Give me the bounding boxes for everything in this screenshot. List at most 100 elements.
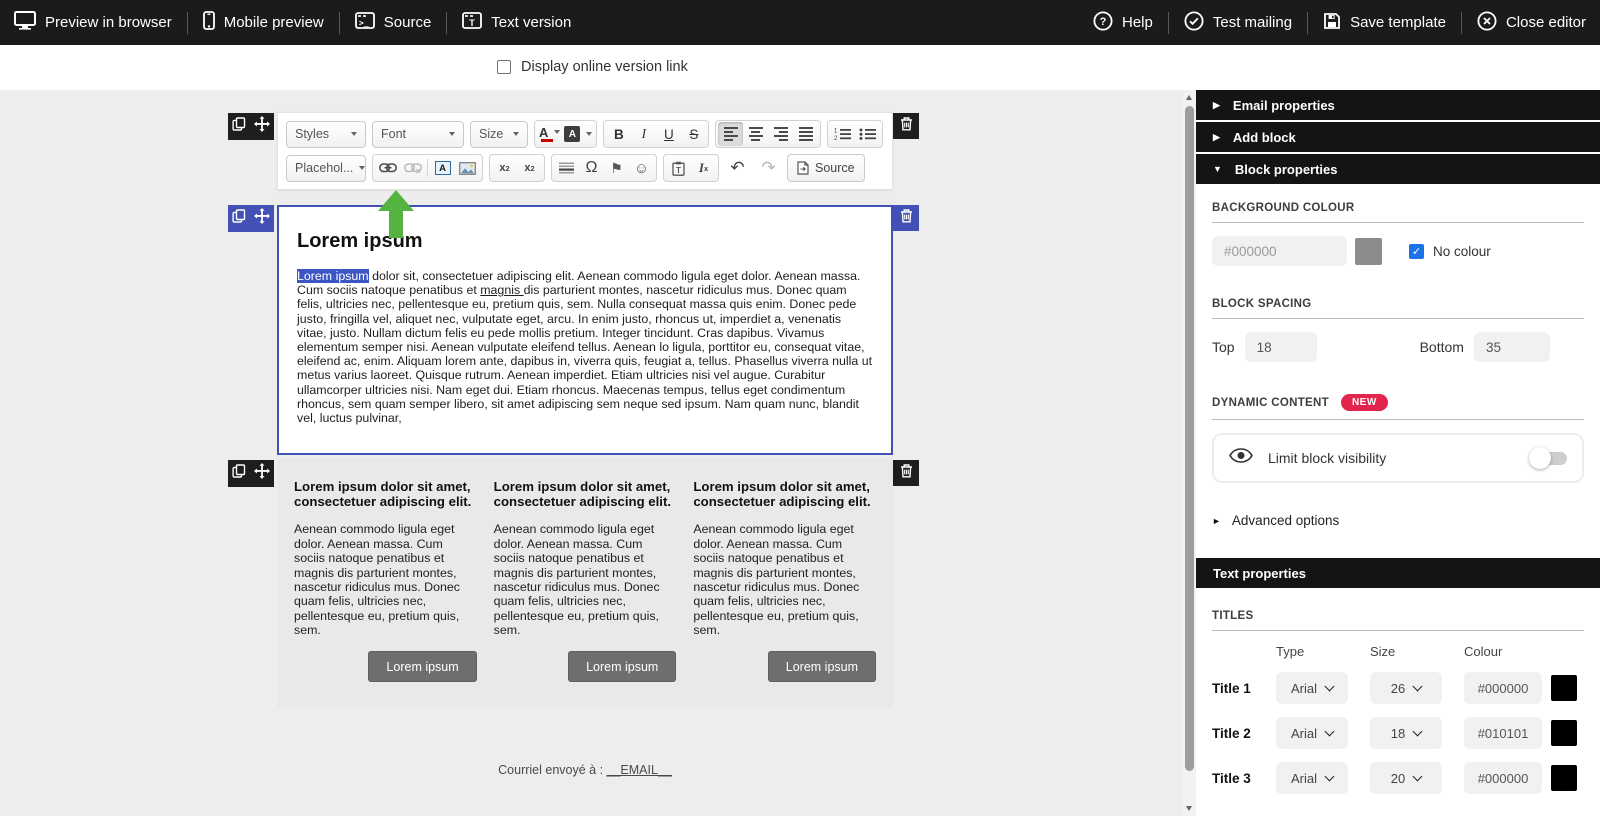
help-icon: ?	[1093, 11, 1113, 35]
limit-visibility-label: Limit block visibility	[1268, 450, 1518, 466]
format-button-group: B I U S	[603, 120, 709, 148]
accordion-label: Block properties	[1235, 162, 1338, 177]
scrollbar-thumb[interactable]	[1185, 106, 1194, 771]
unlink-button[interactable]	[400, 156, 425, 180]
title3-type-select[interactable]: Arial	[1276, 762, 1348, 794]
subscript-button[interactable]: x2	[492, 156, 517, 180]
no-colour-checkbox[interactable]: ✓	[1409, 244, 1424, 259]
chevron-down-icon: ▼	[1213, 164, 1222, 174]
text-version-icon: T	[462, 12, 482, 33]
redo-button[interactable]: ↷	[756, 156, 781, 180]
italic-button[interactable]: I	[631, 122, 656, 146]
delete-columns-block-button[interactable]	[893, 460, 919, 486]
title1-colour-swatch[interactable]	[1551, 675, 1577, 701]
source-view-button[interactable]: Source	[787, 154, 865, 182]
accordion-email-properties[interactable]: ▶ Email properties	[1196, 90, 1600, 120]
styles-dropdown[interactable]: Styles	[286, 121, 366, 148]
title1-colour-value[interactable]: #000000	[1464, 672, 1542, 704]
title2-size-select[interactable]: 18	[1370, 717, 1442, 749]
selected-block-drag-handle[interactable]	[228, 205, 274, 232]
preview-in-browser-button[interactable]: Preview in browser	[14, 11, 172, 34]
title3-colour-swatch[interactable]	[1551, 765, 1577, 791]
size-value: 20	[1391, 771, 1405, 786]
horizontal-rule-button[interactable]	[554, 156, 579, 180]
three-column-block[interactable]: Lorem ipsum dolor sit amet, consectetuer…	[277, 458, 893, 708]
display-online-version-checkbox[interactable]: Display online version link	[497, 59, 688, 75]
justify-button[interactable]	[793, 122, 818, 146]
font-dropdown[interactable]: Font	[372, 121, 464, 148]
help-button[interactable]: ? Help	[1093, 11, 1153, 35]
align-center-button[interactable]	[743, 122, 768, 146]
colour-swatch-gray[interactable]	[1355, 238, 1382, 265]
insert-link-button[interactable]	[375, 156, 400, 180]
advanced-options-toggle[interactable]: ► Advanced options	[1212, 513, 1584, 528]
close-editor-button[interactable]: Close editor	[1477, 11, 1586, 35]
list-button-group: 12	[827, 120, 883, 148]
test-mailing-button[interactable]: Test mailing	[1184, 11, 1292, 35]
numbered-list-button[interactable]: 12	[830, 122, 855, 146]
background-color-button[interactable]: A	[562, 122, 594, 146]
superscript-button[interactable]: x2	[517, 156, 542, 180]
styles-dropdown-label: Styles	[295, 127, 329, 141]
size-dropdown[interactable]: Size	[470, 121, 528, 148]
footer-prefix: Courriel envoyé à :	[498, 763, 606, 777]
accordion-block-properties[interactable]: ▼ Block properties	[1196, 154, 1600, 184]
insert-image-button[interactable]	[455, 156, 480, 180]
script-button-group: x2 x2	[489, 154, 545, 182]
align-right-button[interactable]	[768, 122, 793, 146]
text-block-editable[interactable]: Lorem ipsum Lorem ipsum dolor sit, conse…	[277, 205, 893, 455]
toolbar-separator	[1168, 12, 1169, 34]
paste-text-button[interactable]: T	[666, 156, 691, 180]
accordion-add-block[interactable]: ▶ Add block	[1196, 122, 1600, 152]
block-drag-handle[interactable]	[228, 113, 274, 140]
background-colour-input[interactable]	[1212, 236, 1347, 266]
title2-colour-swatch[interactable]	[1551, 720, 1577, 746]
mobile-preview-label: Mobile preview	[224, 14, 324, 31]
flag-button[interactable]: ⚑	[604, 156, 629, 180]
title1-type-select[interactable]: Arial	[1276, 672, 1348, 704]
spacing-bottom-input[interactable]	[1474, 332, 1550, 362]
copy-icon	[232, 209, 246, 228]
vertical-scrollbar[interactable]	[1183, 90, 1196, 816]
title1-size-select[interactable]: 26	[1370, 672, 1442, 704]
accordion-text-properties[interactable]: Text properties	[1196, 558, 1600, 588]
chevron-down-icon	[1413, 771, 1423, 781]
underline-button[interactable]: U	[656, 122, 681, 146]
bold-button[interactable]: B	[606, 122, 631, 146]
delete-block-button[interactable]	[893, 113, 919, 139]
columns-block-drag-handle[interactable]	[228, 460, 274, 487]
strikethrough-button[interactable]: S	[681, 122, 706, 146]
text-version-button[interactable]: T Text version	[462, 12, 571, 33]
col-type-label: Type	[1276, 644, 1370, 659]
spacing-top-input[interactable]	[1245, 332, 1317, 362]
align-left-button[interactable]	[718, 122, 743, 146]
scroll-up-arrow[interactable]	[1186, 95, 1192, 100]
emoji-button[interactable]: ☺	[629, 156, 654, 180]
save-template-button[interactable]: Save template	[1323, 12, 1446, 34]
placeholder-dropdown-label: Placehol...	[295, 161, 353, 175]
undo-button[interactable]: ↶	[725, 156, 750, 180]
mobile-preview-button[interactable]: Mobile preview	[203, 11, 324, 34]
close-editor-label: Close editor	[1506, 14, 1586, 31]
bullet-list-button[interactable]	[855, 122, 880, 146]
lorem-ipsum-button[interactable]: Lorem ipsum	[368, 651, 476, 682]
limit-visibility-toggle[interactable]	[1533, 452, 1567, 465]
anchor-field-button[interactable]: A	[430, 156, 455, 180]
block-spacing-row: Top Bottom	[1212, 332, 1584, 362]
title2-type-select[interactable]: Arial	[1276, 717, 1348, 749]
rich-text-toolbar: Styles Font Size A A B I U S	[277, 112, 893, 190]
title2-colour-value[interactable]: #010101	[1464, 717, 1542, 749]
source-button[interactable]: >_ Source	[355, 12, 432, 33]
remove-format-button[interactable]: Ix	[691, 156, 716, 180]
scroll-down-arrow[interactable]	[1186, 806, 1192, 811]
lorem-ipsum-button[interactable]: Lorem ipsum	[768, 651, 876, 682]
text-color-button[interactable]: A	[537, 122, 562, 146]
delete-selected-block-button[interactable]	[893, 205, 919, 231]
special-char-button[interactable]: Ω	[579, 156, 604, 180]
move-icon	[254, 463, 270, 484]
placeholder-dropdown[interactable]: Placehol...	[286, 155, 366, 182]
title3-colour-value[interactable]: #000000	[1464, 762, 1542, 794]
top-toolbar: Preview in browser Mobile preview >_ Sou…	[0, 0, 1600, 45]
title3-size-select[interactable]: 20	[1370, 762, 1442, 794]
lorem-ipsum-button[interactable]: Lorem ipsum	[568, 651, 676, 682]
